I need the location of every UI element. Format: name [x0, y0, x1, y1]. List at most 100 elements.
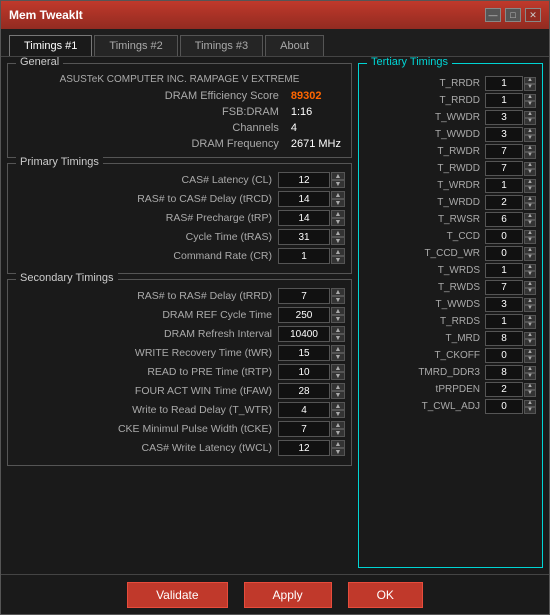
trcd-up[interactable]: ▲ [331, 191, 345, 199]
rrdr-down[interactable]: ▼ [524, 84, 536, 91]
wwdr-down[interactable]: ▼ [524, 118, 536, 125]
ccd-down[interactable]: ▼ [524, 237, 536, 244]
rwdr-up[interactable]: ▲ [524, 145, 536, 152]
cr-up[interactable]: ▲ [331, 248, 345, 256]
mrd-input[interactable] [485, 331, 523, 346]
twtr-down[interactable]: ▼ [331, 410, 345, 418]
ccdwr-down[interactable]: ▼ [524, 254, 536, 261]
trp-down[interactable]: ▼ [331, 218, 345, 226]
tcke-up[interactable]: ▲ [331, 421, 345, 429]
tab-timings2[interactable]: Timings #2 [94, 35, 177, 56]
trtp-input[interactable] [278, 364, 330, 380]
trcd-input[interactable] [278, 191, 330, 207]
cwladj-up[interactable]: ▲ [524, 400, 536, 407]
ccdwr-input[interactable] [485, 246, 523, 261]
ckoff-down[interactable]: ▼ [524, 356, 536, 363]
wrds-down[interactable]: ▼ [524, 271, 536, 278]
rwdd-down[interactable]: ▼ [524, 169, 536, 176]
trcd-down[interactable]: ▼ [331, 199, 345, 207]
wrdr-up[interactable]: ▲ [524, 179, 536, 186]
prpden-down[interactable]: ▼ [524, 390, 536, 397]
mrd-up[interactable]: ▲ [524, 332, 536, 339]
twr-input[interactable] [278, 345, 330, 361]
validate-button[interactable]: Validate [127, 582, 227, 608]
wrdr-down[interactable]: ▼ [524, 186, 536, 193]
ckoff-up[interactable]: ▲ [524, 349, 536, 356]
ccd-up[interactable]: ▲ [524, 230, 536, 237]
wwdr-input[interactable] [485, 110, 523, 125]
trtp-up[interactable]: ▲ [331, 364, 345, 372]
trrd-input[interactable] [278, 288, 330, 304]
apply-button[interactable]: Apply [244, 582, 332, 608]
wrds-input[interactable] [485, 263, 523, 278]
wwds-down[interactable]: ▼ [524, 305, 536, 312]
cl-input[interactable] [278, 172, 330, 188]
tras-input[interactable] [278, 229, 330, 245]
cr-down[interactable]: ▼ [331, 256, 345, 264]
tmrd-input[interactable] [485, 365, 523, 380]
ref-input[interactable] [278, 307, 330, 323]
refint-up[interactable]: ▲ [331, 326, 345, 334]
tras-down[interactable]: ▼ [331, 237, 345, 245]
trrd-down[interactable]: ▼ [331, 296, 345, 304]
twcl-up[interactable]: ▲ [331, 440, 345, 448]
rrdd-up[interactable]: ▲ [524, 94, 536, 101]
rwdr-down[interactable]: ▼ [524, 152, 536, 159]
wwdd-up[interactable]: ▲ [524, 128, 536, 135]
rwdd-up[interactable]: ▲ [524, 162, 536, 169]
wrdd-down[interactable]: ▼ [524, 203, 536, 210]
prpden-up[interactable]: ▲ [524, 383, 536, 390]
trtp-down[interactable]: ▼ [331, 372, 345, 380]
wwdr-up[interactable]: ▲ [524, 111, 536, 118]
refint-down[interactable]: ▼ [331, 334, 345, 342]
twtr-up[interactable]: ▲ [331, 402, 345, 410]
cl-up[interactable]: ▲ [331, 172, 345, 180]
refint-input[interactable] [278, 326, 330, 342]
cwladj-input[interactable] [485, 399, 523, 414]
rrdd-down[interactable]: ▼ [524, 101, 536, 108]
cr-input[interactable] [278, 248, 330, 264]
rwsr-down[interactable]: ▼ [524, 220, 536, 227]
rrdd-input[interactable] [485, 93, 523, 108]
rrdr-up[interactable]: ▲ [524, 77, 536, 84]
tfaw-down[interactable]: ▼ [331, 391, 345, 399]
maximize-button[interactable]: □ [505, 8, 521, 22]
rrds-up[interactable]: ▲ [524, 315, 536, 322]
rwdd-input[interactable] [485, 161, 523, 176]
minimize-button[interactable]: — [485, 8, 501, 22]
ref-down[interactable]: ▼ [331, 315, 345, 323]
wwds-input[interactable] [485, 297, 523, 312]
wwdd-down[interactable]: ▼ [524, 135, 536, 142]
tfaw-up[interactable]: ▲ [331, 383, 345, 391]
rwsr-input[interactable] [485, 212, 523, 227]
wwds-up[interactable]: ▲ [524, 298, 536, 305]
ckoff-input[interactable] [485, 348, 523, 363]
ccdwr-up[interactable]: ▲ [524, 247, 536, 254]
tcke-input[interactable] [278, 421, 330, 437]
tfaw-input[interactable] [278, 383, 330, 399]
wrdd-input[interactable] [485, 195, 523, 210]
twr-up[interactable]: ▲ [331, 345, 345, 353]
tmrd-down[interactable]: ▼ [524, 373, 536, 380]
trrd-up[interactable]: ▲ [331, 288, 345, 296]
wrds-up[interactable]: ▲ [524, 264, 536, 271]
rrds-input[interactable] [485, 314, 523, 329]
rrds-down[interactable]: ▼ [524, 322, 536, 329]
rwdr-input[interactable] [485, 144, 523, 159]
wwdd-input[interactable] [485, 127, 523, 142]
twcl-down[interactable]: ▼ [331, 448, 345, 456]
twr-down[interactable]: ▼ [331, 353, 345, 361]
trp-up[interactable]: ▲ [331, 210, 345, 218]
ccd-input[interactable] [485, 229, 523, 244]
tcke-down[interactable]: ▼ [331, 429, 345, 437]
tab-timings1[interactable]: Timings #1 [9, 35, 92, 56]
rwsr-up[interactable]: ▲ [524, 213, 536, 220]
twcl-input[interactable] [278, 440, 330, 456]
trp-input[interactable] [278, 210, 330, 226]
tab-about[interactable]: About [265, 35, 324, 56]
tras-up[interactable]: ▲ [331, 229, 345, 237]
rwds-down[interactable]: ▼ [524, 288, 536, 295]
ref-up[interactable]: ▲ [331, 307, 345, 315]
wrdd-up[interactable]: ▲ [524, 196, 536, 203]
rwds-input[interactable] [485, 280, 523, 295]
